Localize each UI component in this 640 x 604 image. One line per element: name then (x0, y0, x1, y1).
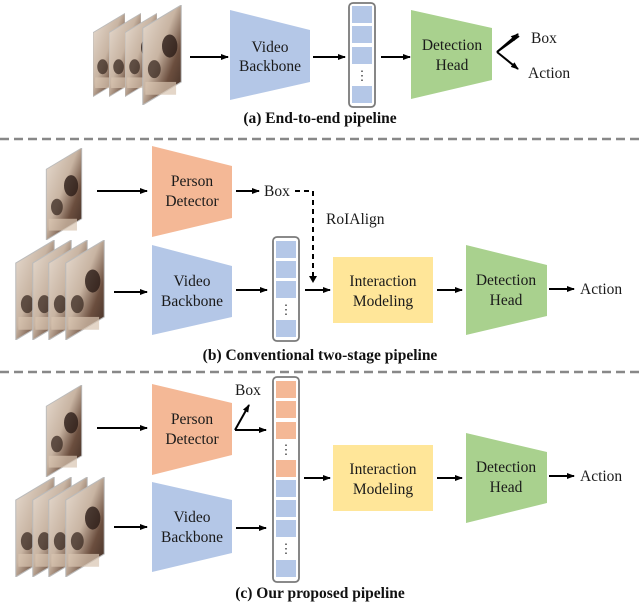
person-detector-label-2: Detector (165, 193, 219, 210)
pipeline-diagram: Video Backbone ⋮ Detection Head Box Acti… (0, 2, 640, 602)
roialign-label: RoIAlign (326, 211, 385, 228)
person-detector-label-1: Person (171, 173, 213, 190)
interaction-modeling-label-2: Modeling (353, 481, 414, 498)
video-clip-input (15, 477, 105, 577)
panel-c: Person Detector Box Video Backbone ⋮ ⋮ I… (15, 376, 622, 602)
key-frame-input (45, 385, 83, 477)
person-detector-label-2: Detector (165, 431, 219, 448)
panel-b: Person Detector Box RoIAlign Video Backb… (15, 146, 622, 364)
ellipsis: ⋮ (280, 302, 293, 317)
output-action: Action (580, 281, 622, 298)
person-detector-label-1: Person (171, 411, 213, 428)
ellipsis: ⋮ (280, 541, 293, 556)
panel-a: Video Backbone ⋮ Detection Head Box Acti… (93, 2, 570, 127)
intermediate-box: Box (235, 382, 261, 399)
arrow-box (496, 33, 519, 53)
detection-head-label-1: Detection (476, 459, 537, 476)
caption-b: (b) Conventional two-stage pipeline (203, 347, 438, 364)
roialign-dashed-connector (295, 190, 314, 277)
detection-head-label-2: Head (436, 57, 469, 74)
feature-stack: ⋮ ⋮ (272, 376, 300, 583)
ellipsis: ⋮ (356, 68, 369, 83)
detection-head-label-2: Head (490, 292, 523, 309)
video-backbone-label-1: Video (252, 39, 289, 56)
arrow-box (234, 404, 250, 431)
interaction-modeling-label-1: Interaction (349, 461, 416, 478)
output-action: Action (528, 65, 570, 82)
caption-a: (a) End-to-end pipeline (243, 110, 396, 127)
detection-head-block (411, 10, 492, 99)
interaction-modeling-block (333, 257, 433, 323)
video-clip-input (93, 5, 182, 105)
key-frame-input (45, 148, 83, 240)
feature-stack: ⋮ (348, 2, 376, 108)
video-clip-input (15, 240, 105, 340)
detection-head-label-2: Head (490, 479, 523, 496)
interaction-modeling-label-2: Modeling (353, 293, 414, 310)
video-backbone-label-1: Video (174, 273, 211, 290)
arrow-action (496, 51, 519, 70)
output-box: Box (531, 30, 557, 47)
caption-c: (c) Our proposed pipeline (235, 585, 405, 602)
interaction-modeling-block (333, 445, 433, 511)
person-detector-block (152, 384, 232, 475)
video-backbone-block (152, 245, 232, 335)
video-backbone-label-2: Backbone (161, 293, 223, 310)
detection-head-label-1: Detection (476, 272, 537, 289)
person-detector-block (152, 146, 232, 237)
video-backbone-label-2: Backbone (161, 529, 223, 546)
output-action: Action (580, 468, 622, 485)
detection-head-block (466, 245, 547, 335)
video-backbone-block (152, 482, 232, 572)
detection-head-label-1: Detection (422, 37, 483, 54)
intermediate-box: Box (264, 183, 290, 200)
detection-head-block (466, 433, 547, 523)
video-backbone-label-1: Video (174, 509, 211, 526)
ellipsis: ⋮ (280, 442, 293, 457)
feature-stack: ⋮ (272, 236, 300, 342)
video-backbone-label-2: Backbone (239, 58, 301, 75)
interaction-modeling-label-1: Interaction (349, 273, 416, 290)
